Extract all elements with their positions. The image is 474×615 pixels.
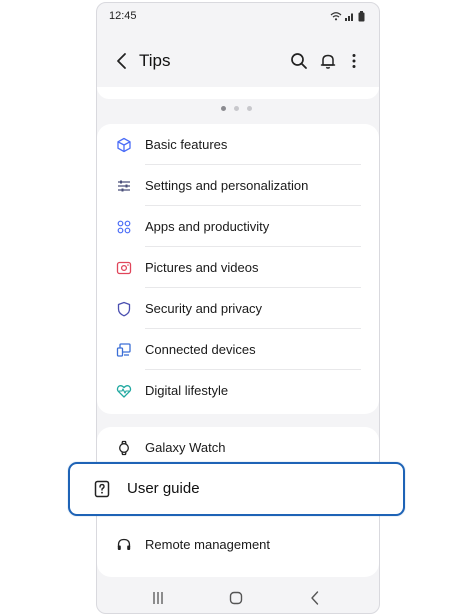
status-bar: 12:45: [97, 3, 379, 29]
navigation-bar: [97, 583, 379, 613]
shield-icon: [115, 300, 133, 318]
page-title: Tips: [139, 51, 171, 70]
search-icon[interactable]: [288, 50, 310, 72]
sliders-icon: [115, 177, 133, 195]
page-dot-active: [221, 106, 226, 111]
recent-apps-icon[interactable]: [148, 588, 168, 608]
status-time: 12:45: [109, 10, 137, 22]
list-item-digital-lifestyle[interactable]: Digital lifestyle: [97, 370, 379, 411]
list-item-label: Remote management: [145, 537, 271, 552]
camera-icon: [115, 259, 133, 277]
heart-pulse-icon: [115, 382, 133, 400]
list-item-label: Digital lifestyle: [145, 383, 229, 398]
app-bar: Tips: [97, 43, 379, 79]
list-item-remote-management[interactable]: Remote management: [97, 524, 379, 565]
headset-icon: [115, 536, 133, 554]
list-item-connected-devices[interactable]: Connected devices: [97, 329, 379, 370]
phone-screen: 12:45 Tips Basic features Settings and p…: [96, 2, 380, 614]
list-item-label: Connected devices: [145, 342, 256, 357]
list-item-user-guide[interactable]: User guide: [68, 462, 405, 516]
categories-card: Basic features Settings and personalizat…: [97, 124, 379, 414]
list-item-label: Settings and personalization: [145, 178, 309, 193]
cube-icon: [115, 136, 133, 154]
wifi-icon: [330, 12, 342, 21]
list-item-security-privacy[interactable]: Security and privacy: [97, 288, 379, 329]
devices-icon: [115, 341, 133, 359]
apps-grid-icon: [115, 218, 133, 236]
list-item-label: Basic features: [145, 137, 228, 152]
carousel-page-indicator: [221, 106, 252, 111]
list-item-label: Pictures and videos: [145, 260, 259, 275]
list-item-settings-personalization[interactable]: Settings and personalization: [97, 165, 379, 206]
list-item-label: Apps and productivity: [145, 219, 270, 234]
signal-icon: [345, 13, 353, 21]
more-options-icon[interactable]: [343, 50, 365, 72]
home-icon[interactable]: [226, 588, 246, 608]
list-item-label: Galaxy Watch: [145, 440, 226, 455]
nav-back-icon[interactable]: [305, 588, 325, 608]
list-item-label: Security and privacy: [145, 301, 263, 316]
help-box-icon: [94, 480, 110, 498]
carousel-card-peek[interactable]: [97, 87, 379, 99]
page-dot: [247, 106, 252, 111]
list-item-pictures-videos[interactable]: Pictures and videos: [97, 247, 379, 288]
list-item-basic-features[interactable]: Basic features: [97, 124, 379, 165]
list-item-label: User guide: [127, 480, 200, 497]
back-arrow-icon[interactable]: [111, 50, 133, 72]
battery-icon: [358, 10, 365, 21]
page-dot: [234, 106, 239, 111]
watch-icon: [115, 439, 133, 457]
list-item-apps-productivity[interactable]: Apps and productivity: [97, 206, 379, 247]
bell-icon[interactable]: [317, 50, 339, 72]
status-icons: [330, 10, 365, 22]
